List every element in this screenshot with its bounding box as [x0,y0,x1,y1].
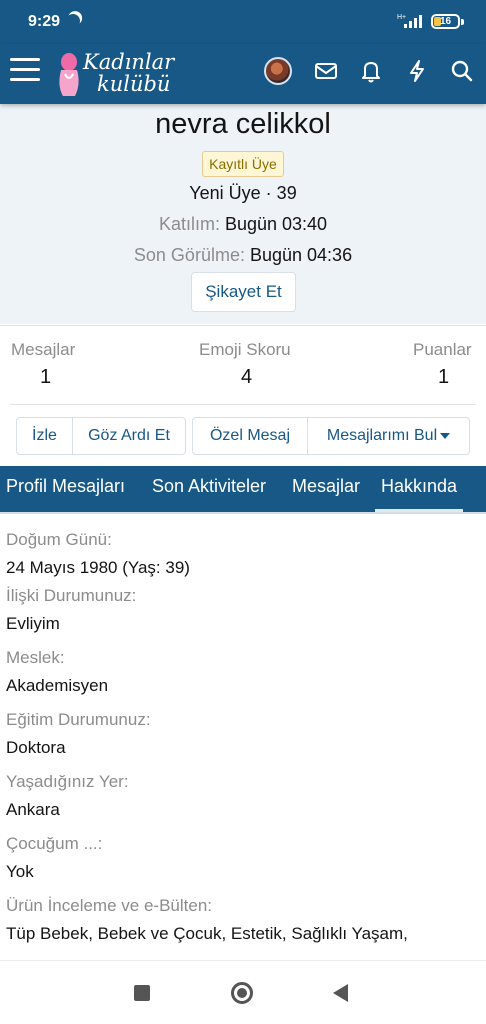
about-label: Meslek: [6,648,65,667]
home-icon[interactable] [231,982,253,1004]
recents-icon[interactable] [134,985,150,1001]
about-entry-children: Çocuğum ...: Yok [6,833,102,883]
chevron-down-icon [440,432,451,439]
follow-ignore-group: İzle Göz Ardı Et [16,417,186,455]
profile-tabs: Profil Mesajları Son Aktiviteler Mesajla… [0,466,486,512]
about-entry-relationship: İlişki Durumunuz: Evliyim [6,585,136,635]
about-entry-location: Yaşadığınız Yer: Ankara [6,771,129,821]
about-label: Çocuğum ...: [6,834,103,853]
about-value: Ankara [6,800,60,819]
tab-recent-activity[interactable]: Son Aktiviteler [152,466,266,512]
about-value: Doktora [6,738,66,757]
app-header: Kadınlar kulübü [0,44,486,104]
tab-about[interactable]: Hakkında [375,466,464,512]
about-value: Akademisyen [6,676,109,695]
stat-points-label: Puanlar [413,340,472,359]
ignore-button[interactable]: Göz Ardı Et [73,418,185,454]
member-rank: Yeni Üye · 39 [189,183,297,203]
member-stats: Mesajlar 1 Emoji Skoru 4 Puanlar 1 [0,325,486,405]
find-messages-button[interactable]: Mesajlarımı Bul [308,418,469,454]
about-entry-education: Eğitim Durumunuz: Doktora [6,709,151,759]
divider [10,404,476,405]
mail-icon[interactable] [312,57,340,85]
stat-points-value[interactable]: 1 [438,366,449,389]
tab-profile-messages[interactable]: Profil Mesajları [6,466,125,512]
about-label: Ürün İnceleme ve e-Bülten: [6,896,212,915]
stat-messages-value[interactable]: 1 [40,366,51,389]
menu-icon[interactable] [10,58,40,84]
status-time: 9:29 [28,13,61,30]
battery-icon: 16 [431,14,460,29]
about-value: Tüp Bebek, Bebek ve Çocuk, Estetik, Sağl… [6,924,408,943]
status-bar: 9:29 H+ 16 [0,0,486,44]
joined-info: Katılım: Bugün 03:40 [0,214,486,235]
last-seen-label: Son Görülme: [133,245,245,265]
bell-icon[interactable] [357,57,385,85]
do-not-disturb-icon [64,12,82,30]
tab-messages[interactable]: Mesajlar [292,466,360,512]
message-actions-group: Özel Mesaj Mesajlarımı Bul [192,417,470,455]
about-label: Yaşadığınız Yer: [6,772,129,791]
logo-text-line1: Kadınlar [83,50,175,74]
private-message-button[interactable]: Özel Mesaj [193,418,308,454]
signal-icon [404,14,422,28]
follow-button[interactable]: İzle [17,418,73,454]
system-navigation-bar [0,960,486,1024]
about-section: Doğum Günü: 24 Mayıs 1980 (Yaş: 39) İliş… [0,514,486,960]
stat-emoji-label: Emoji Skoru [199,340,291,359]
joined-label: Katılım: [158,214,220,234]
lightning-icon[interactable] [403,57,431,85]
about-value: 24 Mayıs 1980 (Yaş: 39) [6,558,190,577]
find-messages-label: Mesajlarımı Bul [326,427,438,444]
last-seen-info: Son Görülme: Bugün 04:36 [0,245,486,266]
battery-level: 16 [439,16,452,27]
about-entry-birthday: Doğum Günü: 24 Mayıs 1980 (Yaş: 39) [6,529,190,579]
search-icon[interactable] [448,57,476,85]
back-icon[interactable] [333,984,348,1002]
logo-icon [59,53,79,96]
about-value: Yok [6,862,34,881]
joined-value: Bugün 03:40 [224,214,328,234]
about-entry-newsletter: Ürün İnceleme ve e-Bülten: Tüp Bebek, Be… [6,895,408,945]
site-logo[interactable]: Kadınlar kulübü [55,48,190,98]
logo-text-line2: kulübü [97,72,171,96]
profile-name: nevra celikkol [155,108,331,140]
about-value: Evliyim [6,614,60,633]
stat-emoji-value[interactable]: 4 [241,366,252,389]
stat-messages-label: Mesajlar [11,340,76,359]
report-button[interactable]: Şikayet Et [191,272,296,312]
member-badge: Kayıtlı Üye [202,151,284,177]
last-seen-value: Bugün 04:36 [249,245,353,265]
about-label: Doğum Günü: [6,530,112,549]
about-entry-occupation: Meslek: Akademisyen [6,647,108,697]
about-label: İlişki Durumunuz: [6,586,137,605]
avatar[interactable] [264,57,292,85]
profile-header: nevra celikkol Kayıtlı Üye Yeni Üye · 39… [0,104,486,324]
about-label: Eğitim Durumunuz: [6,710,151,729]
